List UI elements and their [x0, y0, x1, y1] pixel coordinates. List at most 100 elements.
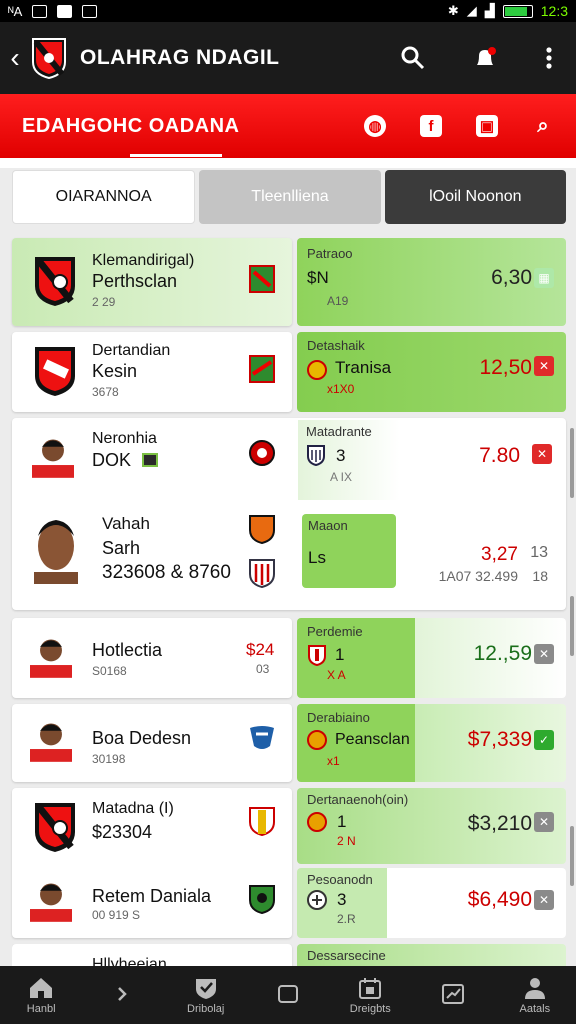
- odds-card[interactable]: Perdemie 1 X A 12.,59 ✕: [297, 618, 566, 698]
- odds-value[interactable]: 12,50: [479, 356, 532, 380]
- list-item[interactable]: Klemandirigal) Perthsclan 2 29 Patraoo $…: [12, 238, 566, 326]
- market-selection: 3: [336, 446, 346, 465]
- player-card[interactable]: Dertandian Kesin 3678: [12, 332, 292, 412]
- player-meta: 3678: [92, 385, 119, 399]
- market-label: Dertanaenoh(oin): [307, 792, 409, 807]
- remove-bet-icon[interactable]: ✕: [534, 812, 554, 832]
- remove-bet-icon[interactable]: ✕: [534, 644, 554, 664]
- list-item-group[interactable]: Neronhia DOK Matadrante 3 A IX 7.80 ✕ Va…: [12, 418, 566, 610]
- player-name: Vahah: [102, 514, 150, 533]
- market-label: Dessarsecine: [307, 948, 386, 963]
- odds-card[interactable]: Patraoo $N A19 6,30 ▦: [297, 238, 566, 326]
- add-bet-icon[interactable]: ▦: [534, 268, 554, 288]
- player-subname: Sarh: [102, 538, 141, 558]
- odds-extra: 13: [530, 544, 548, 561]
- scrollbar-thumb[interactable]: [570, 596, 574, 656]
- odds-card[interactable]: Pesoanodn 3 2.R $6,490 ✕: [297, 868, 566, 938]
- remove-bet-icon[interactable]: ✕: [534, 356, 554, 376]
- list-item[interactable]: Dertandian Kesin 3678 Detashaik Tranisa …: [12, 332, 566, 412]
- player-card[interactable]: Hotlectia S0168 $24 03: [12, 618, 292, 698]
- nav-home[interactable]: Hanbl: [0, 966, 82, 1024]
- odds-value[interactable]: $3,210: [468, 812, 532, 836]
- player-name: Neronhia: [92, 430, 157, 447]
- tab-1[interactable]: Tleenlliena: [199, 170, 381, 224]
- search-outline-icon[interactable]: ⌕: [532, 115, 554, 137]
- list-item[interactable]: Hotlectia S0168 $24 03 Perdemie 1 X A 12…: [12, 618, 566, 698]
- odds-value[interactable]: 12.,59: [474, 642, 532, 666]
- market-sub: 2.R: [337, 912, 356, 926]
- add-bet-icon[interactable]: ✓: [534, 730, 554, 750]
- odds-value[interactable]: 6,30: [491, 266, 532, 290]
- facebook-icon[interactable]: f: [420, 115, 442, 137]
- player-meta: 00 919 S: [92, 908, 141, 922]
- nav-profile[interactable]: Aatals: [494, 966, 576, 1024]
- scrollbar-thumb[interactable]: [570, 826, 574, 886]
- nav-label: Aatals: [519, 1002, 551, 1015]
- player-name: Matadna (I): [92, 800, 174, 817]
- more-vert-icon[interactable]: [544, 45, 554, 71]
- square-icon: [277, 984, 298, 1003]
- active-indicator: [130, 154, 222, 157]
- market-label: Matadrante: [306, 424, 372, 439]
- nav-square[interactable]: [247, 966, 329, 1024]
- list-item[interactable]: Boa Dedesn 30198 Derabiaino Peansclan x1…: [12, 704, 566, 782]
- nav-stats[interactable]: [411, 966, 493, 1024]
- section-title[interactable]: EDAHGOHC OADANA: [22, 115, 240, 138]
- player-card[interactable]: Boa Dedesn 30198: [12, 704, 292, 782]
- player-card[interactable]: Klemandirigal) Perthsclan 2 29: [12, 238, 292, 326]
- remove-bet-icon[interactable]: ✕: [532, 444, 552, 464]
- nav-freights[interactable]: Dreigbts: [329, 966, 411, 1024]
- section-header: EDAHGOHC OADANA ◍ f ▣ ⌕: [0, 94, 576, 158]
- bottom-nav: Hanbl Dribolaj Dreigbts Aatals: [0, 966, 576, 1024]
- nav-dribbling[interactable]: Dribolaj: [165, 966, 247, 1024]
- market-selection: Tranisa: [335, 358, 392, 377]
- market-selection: $N: [307, 268, 329, 287]
- odds-sub: 1A07 32.499: [438, 568, 518, 584]
- status-bar: ᴺA ✱ ◢ ▟ 12:3: [0, 0, 576, 22]
- club-badge-icon: [249, 440, 275, 466]
- market-label: Perdemie: [307, 624, 363, 639]
- nav-label: Hanbl: [26, 1002, 56, 1015]
- player-meta: 2 29: [92, 295, 116, 309]
- odds-value[interactable]: 7.80: [479, 444, 520, 468]
- search-icon[interactable]: [400, 45, 426, 71]
- club-badge-icon: [249, 355, 275, 383]
- player-card[interactable]: Hllyheeian: [12, 944, 292, 966]
- tab-2[interactable]: lOoil Noonon: [384, 170, 566, 224]
- player-avatar: [30, 883, 72, 922]
- team-crest-icon: [35, 257, 75, 306]
- market-selection: Ls: [308, 548, 326, 567]
- odds-value[interactable]: $7,339: [468, 728, 532, 752]
- bluetooth-icon: ✱: [447, 3, 459, 18]
- player-subname: DOK: [92, 450, 132, 470]
- list-item[interactable]: Hllyheeian Dessarsecine: [12, 944, 566, 966]
- back-arrow-icon[interactable]: ‹: [2, 42, 28, 74]
- tab-0[interactable]: OIARANNOA: [12, 170, 196, 224]
- market-sub: 2 N: [337, 834, 356, 848]
- profile-card-icon[interactable]: ▣: [476, 115, 498, 137]
- nav-forward[interactable]: [82, 966, 164, 1024]
- remove-bet-icon[interactable]: ✕: [534, 890, 554, 910]
- market-label: Derabiaino: [307, 710, 370, 725]
- person-icon: [524, 977, 545, 999]
- nav-label: Dreigbts: [349, 1002, 391, 1015]
- odds-card[interactable]: Dertanaenoh(oin) 1 2 N $3,210 ✕: [297, 788, 566, 864]
- odds-card[interactable]: Dessarsecine: [297, 944, 566, 966]
- market-sub: x1: [327, 754, 340, 768]
- calendar-icon: [359, 977, 382, 999]
- odds-card[interactable]: Derabiaino Peansclan x1 $7,339 ✓: [297, 704, 566, 782]
- odds-card[interactable]: Detashaik Tranisa x1X0 12,50 ✕: [297, 332, 566, 412]
- list-item-group[interactable]: Matadna (I) $23304 Retem Daniala 00 919 …: [12, 788, 566, 938]
- odds-value[interactable]: 3,27: [481, 544, 518, 566]
- odds-value[interactable]: $6,490: [468, 888, 532, 912]
- scrollbar-thumb[interactable]: [570, 428, 574, 498]
- market-label: Patraoo: [307, 246, 353, 261]
- wifi-icon: ◢: [466, 3, 477, 18]
- club-badge-icon: [249, 559, 275, 588]
- market-label: Detashaik: [307, 338, 365, 353]
- chat-icon[interactable]: ◍: [364, 115, 386, 137]
- team-mini-badge-icon: [307, 730, 327, 750]
- player-name: Klemandirigal): [92, 252, 195, 269]
- notification-bell-icon[interactable]: [472, 45, 498, 71]
- market-selection: 1: [337, 812, 347, 831]
